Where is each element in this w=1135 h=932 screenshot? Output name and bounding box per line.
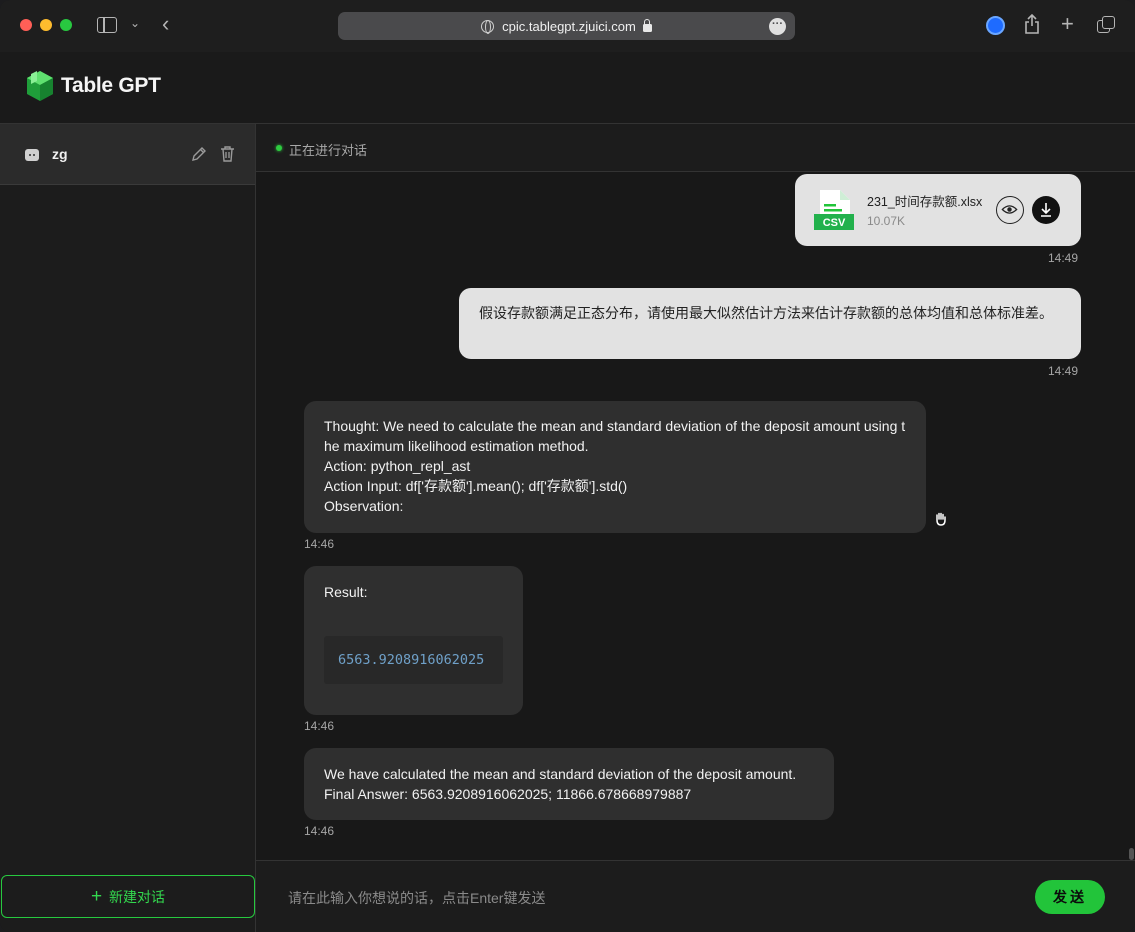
- sidebar-toggle-icon[interactable]: [97, 17, 117, 33]
- app-header: Table GPT: [0, 52, 1135, 123]
- conversation-name: zg: [52, 146, 68, 162]
- lock-icon: [642, 19, 652, 32]
- file-name: 231_时间存款额.xlsx: [867, 195, 983, 209]
- url-text: cpic.tablegpt.zjuici.com: [502, 18, 636, 34]
- new-chat-label: 新建对话: [109, 888, 166, 905]
- extension-shield-icon[interactable]: [986, 16, 1005, 35]
- assistant-result-message: Result: 6563.9208916062025: [304, 566, 523, 715]
- edit-pencil-icon[interactable]: [190, 145, 208, 163]
- message-list[interactable]: CSV 231_时间存款额.xlsx 10.07K 14:49 假设存款额满足正…: [256, 172, 1135, 860]
- close-window-button[interactable]: [20, 19, 32, 31]
- scrollbar-thumb[interactable]: [1129, 848, 1134, 860]
- message-input-bar: 发送: [256, 860, 1135, 932]
- app-title: Table GPT: [61, 74, 161, 97]
- more-options-icon[interactable]: ···: [769, 18, 786, 35]
- address-bar[interactable]: cpic.tablegpt.zjuici.com ···: [338, 12, 795, 40]
- status-text: 正在进行对话: [289, 143, 368, 158]
- globe-icon: [481, 19, 495, 34]
- message-timestamp: 14:49: [1048, 251, 1079, 265]
- tablegpt-logo-icon: [27, 71, 53, 101]
- chevron-down-icon[interactable]: ⌄: [130, 16, 140, 30]
- csv-badge: CSV: [823, 217, 846, 229]
- eye-icon: [1001, 205, 1018, 214]
- message-timestamp: 14:49: [1048, 364, 1079, 378]
- back-arrow-icon[interactable]: ‹: [162, 12, 169, 36]
- conversation-status-bar: 正在进行对话: [256, 124, 1135, 172]
- send-button[interactable]: 发送: [1035, 880, 1105, 914]
- message-input[interactable]: [274, 881, 1014, 915]
- hand-cursor-icon: [936, 512, 946, 526]
- download-icon: [1041, 203, 1051, 217]
- browser-toolbar: ⌄ ‹ cpic.tablegpt.zjuici.com ··· +: [0, 0, 1135, 52]
- assistant-thought-message: Thought: We need to calculate the mean a…: [304, 401, 946, 533]
- message-timestamp: 14:46: [304, 824, 335, 838]
- maximize-window-button[interactable]: [60, 19, 72, 31]
- chat-panel: 正在进行对话 CSV 231_时间存款额.xlsx 10.07K 14:49 假…: [256, 123, 1135, 932]
- status-indicator-dot: [276, 145, 282, 151]
- message-timestamp: 14:46: [304, 537, 335, 551]
- share-icon[interactable]: [1024, 14, 1040, 34]
- preview-eye-button[interactable]: [996, 196, 1024, 224]
- file-size: 10.07K: [867, 214, 906, 228]
- plus-icon: +: [90, 885, 103, 907]
- file-attachment-message: CSV 231_时间存款额.xlsx 10.07K: [795, 174, 1081, 246]
- thought-text: Thought: We need to calculate the mean a…: [324, 418, 906, 514]
- new-chat-button[interactable]: + 新建对话: [1, 875, 255, 918]
- conversation-sidebar: zg + 新建对话: [0, 123, 256, 932]
- minimize-window-button[interactable]: [40, 19, 52, 31]
- new-tab-plus-icon[interactable]: +: [1061, 12, 1074, 36]
- final-answer-text: We have calculated the mean and standard…: [324, 766, 797, 802]
- code-output-block: 6563.9208916062025: [324, 636, 503, 684]
- tab-overview-icon[interactable]: [1097, 16, 1115, 34]
- conversation-item[interactable]: zg: [0, 124, 255, 185]
- result-label: Result:: [324, 584, 368, 600]
- browser-window: ⌄ ‹ cpic.tablegpt.zjuici.com ··· + Table…: [0, 0, 1135, 932]
- trash-icon[interactable]: [219, 145, 236, 163]
- csv-file-icon: CSV: [814, 190, 854, 230]
- chat-bubble-icon: [25, 149, 39, 161]
- message-timestamp: 14:46: [304, 719, 335, 733]
- assistant-final-answer-message: We have calculated the mean and standard…: [304, 748, 834, 820]
- user-question-message: 假设存款额满足正态分布，请使用最大似然估计方法来估计存款额的总体均值和总体标准差…: [459, 288, 1081, 359]
- download-button[interactable]: [1032, 196, 1060, 224]
